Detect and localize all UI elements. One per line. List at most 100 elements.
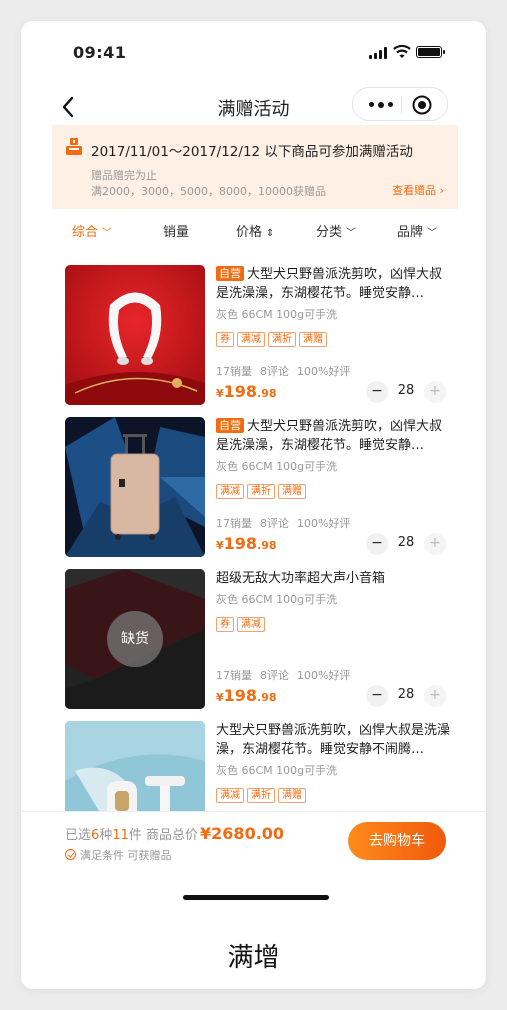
currency-symbol: ¥ bbox=[216, 539, 224, 552]
product-stats: 17销量 8评论 100%好评 bbox=[216, 363, 358, 379]
wifi-icon bbox=[393, 44, 411, 58]
product-image[interactable] bbox=[65, 417, 205, 557]
promo-tags: 满减 满折 满赠 bbox=[216, 479, 451, 499]
product-info: 自营 大型犬只野兽派洗剪吹，凶悍大叔是洗澡澡，东湖樱花节。睡觉安静… 灰色 66C… bbox=[216, 265, 451, 405]
increase-button[interactable]: + bbox=[424, 533, 446, 555]
chevron-down-icon: ﹀ bbox=[427, 228, 438, 239]
positive-rate: 100%好评 bbox=[297, 365, 351, 378]
filter-label: 综合 bbox=[72, 225, 99, 240]
quantity-stepper: − 28 + bbox=[366, 533, 446, 555]
quantity-value[interactable]: 28 bbox=[388, 383, 424, 398]
product-image[interactable] bbox=[65, 265, 205, 405]
filter-bar: 综合 ﹀ 销量 价格 ⇕ 分类 ﹀ 品牌 ﹀ bbox=[52, 209, 458, 253]
status-bar: 09:41 bbox=[21, 21, 486, 85]
filter-price[interactable]: 价格 ⇕ bbox=[236, 221, 274, 240]
gift-condition: 满足条件 可获赠品 bbox=[65, 847, 172, 863]
product-price: ¥198.98 bbox=[216, 534, 277, 553]
review-count: 8评论 bbox=[260, 517, 289, 530]
product-title[interactable]: 自营 大型犬只野兽派洗剪吹，凶悍大叔是洗澡澡，东湖樱花节。睡觉安静… bbox=[216, 265, 451, 303]
checkout-bar: 已选6种11件 商品总价 ¥2680.00 满足条件 可获赠品 去购物车 bbox=[21, 811, 486, 869]
product-title[interactable]: 大型犬只野兽派洗剪吹，凶悍大叔是洗澡澡，东湖樱花节。睡觉安静不闹腾… bbox=[216, 721, 451, 759]
product-image[interactable] bbox=[65, 721, 205, 811]
product-spec: 灰色 66CM 100g可手洗 bbox=[216, 460, 338, 473]
filter-label: 品牌 bbox=[397, 225, 424, 240]
selection-summary: 已选6种11件 商品总价 ¥2680.00 bbox=[65, 824, 284, 843]
condition-text: 满足条件 可获赠品 bbox=[80, 849, 172, 862]
product-title-text: 大型犬只野兽派洗剪吹，凶悍大叔是洗澡澡，东湖樱花节。睡觉安静… bbox=[216, 267, 443, 301]
filter-comprehensive[interactable]: 综合 ﹀ bbox=[72, 221, 112, 240]
promo-tag: 满折 bbox=[247, 484, 275, 499]
promo-tag: 满减 bbox=[237, 617, 265, 632]
filter-label: 价格 bbox=[236, 225, 263, 240]
product-info: 自营 大型犬只野兽派洗剪吹，凶悍大叔是洗澡澡，东湖樱花节。睡觉安静… 灰色 66C… bbox=[216, 417, 451, 557]
increase-button[interactable]: + bbox=[424, 685, 446, 707]
product-item[interactable]: 自营 大型犬只野兽派洗剪吹，凶悍大叔是洗澡澡，东湖樱花节。睡觉安静… 灰色 66C… bbox=[52, 409, 458, 557]
capsule-divider bbox=[401, 96, 402, 113]
decrease-button[interactable]: − bbox=[366, 381, 388, 403]
view-gifts-label: 查看赠品 bbox=[392, 184, 437, 197]
product-item[interactable]: 自营 大型犬只野兽派洗剪吹，凶悍大叔是洗澡澡，东湖樱花节。睡觉安静… 灰色 66C… bbox=[52, 257, 458, 405]
promo-tag: 满折 bbox=[268, 332, 296, 347]
phone-screen: 09:41 满赠活动 2017/11/01～2017/12/12 以下商品可参加… bbox=[21, 21, 486, 989]
price-integer: 198 bbox=[223, 382, 258, 401]
promo-tags: 满减 满折 满赠 bbox=[216, 783, 451, 803]
quantity-value[interactable]: 28 bbox=[388, 535, 424, 550]
quantity-value[interactable]: 28 bbox=[388, 687, 424, 702]
promo-tags: 券满减 满折 满赠 bbox=[216, 327, 451, 347]
product-spec: 灰色 66CM 100g可手洗 bbox=[216, 308, 338, 321]
total-label: 商品总价 bbox=[146, 828, 199, 843]
currency-symbol: ¥ bbox=[216, 387, 224, 400]
filter-category[interactable]: 分类 ﹀ bbox=[316, 221, 356, 240]
view-gifts-link[interactable]: 查看赠品 › bbox=[392, 182, 444, 198]
product-title[interactable]: 自营 大型犬只野兽派洗剪吹，凶悍大叔是洗澡澡，东湖樱花节。睡觉安静… bbox=[216, 417, 451, 455]
product-image[interactable]: 缺货 bbox=[65, 569, 205, 709]
promo-tag: 券 bbox=[216, 332, 234, 347]
total-price: ¥2680.00 bbox=[200, 824, 285, 843]
kinds-unit: 种 bbox=[99, 828, 113, 843]
mini-program-capsule bbox=[352, 87, 448, 121]
home-indicator[interactable] bbox=[183, 895, 329, 900]
quantity-stepper: − 28 + bbox=[366, 381, 446, 403]
selected-prefix: 已选 bbox=[65, 828, 92, 843]
chevron-right-icon: › bbox=[439, 184, 444, 197]
self-operated-badge: 自营 bbox=[216, 266, 244, 281]
filter-brand[interactable]: 品牌 ﹀ bbox=[397, 221, 437, 240]
promo-banner: 2017/11/01～2017/12/12 以下商品可参加满赠活动 赠品赠完为止… bbox=[52, 125, 458, 209]
promo-tag: 满赠 bbox=[278, 788, 306, 803]
decrease-button[interactable]: − bbox=[366, 533, 388, 555]
filter-sales[interactable]: 销量 bbox=[163, 221, 189, 240]
decrease-button[interactable]: − bbox=[366, 685, 388, 707]
promo-tag: 满减 bbox=[216, 484, 244, 499]
product-price: ¥198.98 bbox=[216, 382, 277, 401]
promo-tag: 满减 bbox=[237, 332, 265, 347]
price-integer: 198 bbox=[223, 534, 258, 553]
sort-icon: ⇕ bbox=[266, 228, 275, 239]
review-count: 8评论 bbox=[260, 669, 289, 682]
promo-title: 2017/11/01～2017/12/12 以下商品可参加满赠活动 bbox=[91, 144, 413, 160]
price-decimal: .98 bbox=[257, 387, 277, 400]
increase-button[interactable]: + bbox=[424, 381, 446, 403]
product-item[interactable]: 大型犬只野兽派洗剪吹，凶悍大叔是洗澡澡，东湖樱花节。睡觉安静不闹腾… 灰色 66… bbox=[52, 713, 458, 811]
sales-count: 17销量 bbox=[216, 365, 252, 378]
filter-label: 分类 bbox=[316, 225, 343, 240]
currency-symbol: ¥ bbox=[216, 691, 224, 704]
chevron-down-icon: ﹀ bbox=[346, 228, 357, 239]
product-info: 超级无敌大功率超大声小音箱 灰色 66CM 100g可手洗 券满减 17销量 8评… bbox=[216, 569, 451, 709]
close-target-icon[interactable] bbox=[411, 94, 433, 116]
price-integer: 198 bbox=[223, 686, 258, 705]
promo-tag: 满折 bbox=[247, 788, 275, 803]
product-stats: 17销量 8评论 100%好评 bbox=[216, 667, 358, 683]
product-title-text: 大型犬只野兽派洗剪吹，凶悍大叔是洗澡澡，东湖樱花节。睡觉安静不闹腾… bbox=[216, 723, 451, 757]
more-icon[interactable] bbox=[363, 88, 401, 120]
price-decimal: .98 bbox=[257, 691, 277, 704]
product-list[interactable]: 自营 大型犬只野兽派洗剪吹，凶悍大叔是洗澡澡，东湖樱花节。睡觉安静… 灰色 66C… bbox=[52, 257, 458, 811]
go-to-cart-button[interactable]: 去购物车 bbox=[348, 822, 446, 860]
promo-tag: 满减 bbox=[216, 788, 244, 803]
promo-tag: 满赠 bbox=[278, 484, 306, 499]
product-title-text: 大型犬只野兽派洗剪吹，凶悍大叔是洗澡澡，东湖樱花节。睡觉安静… bbox=[216, 419, 443, 453]
product-item[interactable]: 缺货 超级无敌大功率超大声小音箱 灰色 66CM 100g可手洗 券满减 17销… bbox=[52, 561, 458, 709]
review-count: 8评论 bbox=[260, 365, 289, 378]
product-price: ¥198.98 bbox=[216, 686, 277, 705]
sales-count: 17销量 bbox=[216, 669, 252, 682]
selected-pieces: 11 bbox=[112, 828, 129, 843]
